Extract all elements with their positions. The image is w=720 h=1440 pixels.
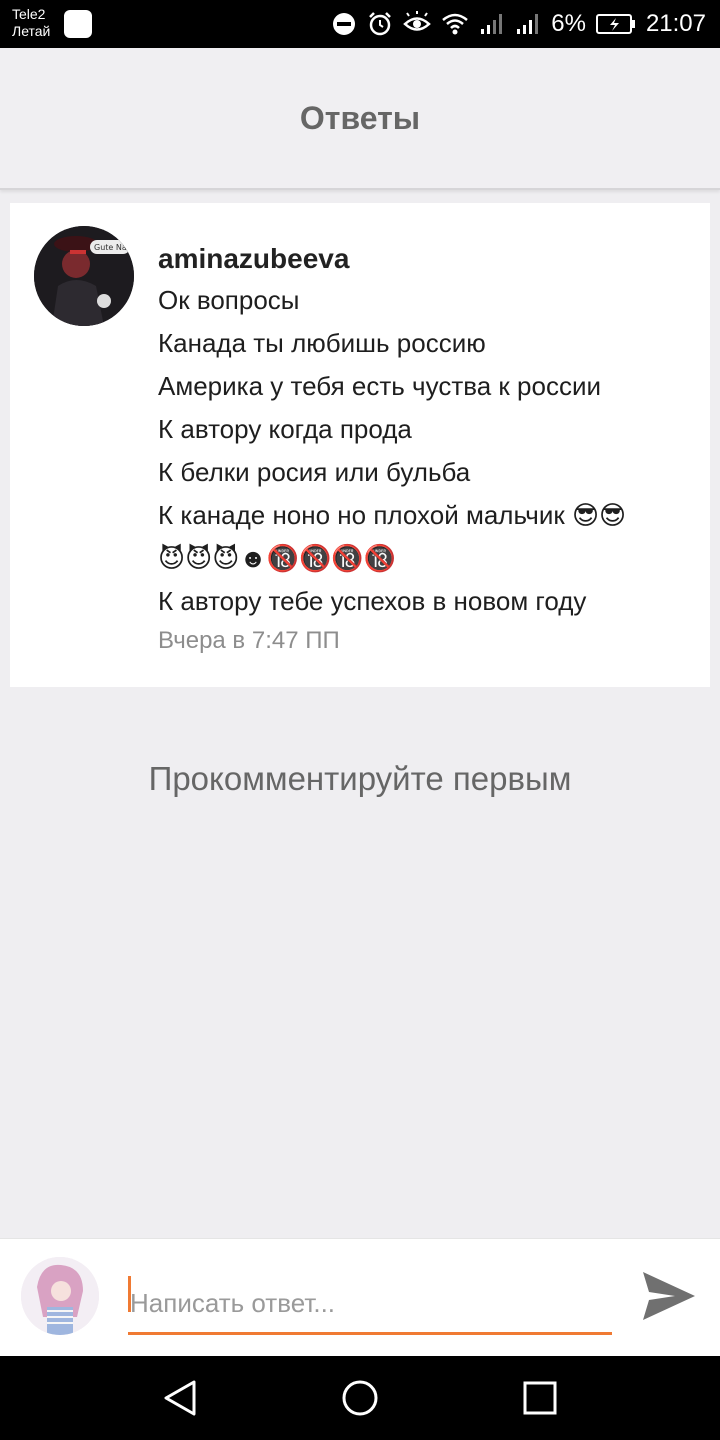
comment-line: Ок вопросы [158,285,300,315]
status-bar: Tele2 Летай 6% 21:07 [0,0,720,48]
recents-button[interactable] [516,1374,564,1422]
home-button[interactable] [336,1374,384,1422]
reply-input[interactable] [128,1275,612,1335]
comment-line: Америка у тебя есть чуства к россии [158,371,601,401]
battery-icon [595,10,636,38]
page-title: Ответы [299,99,421,136]
comment-line: К канаде ноно но плохой мальчик 😎😎 [158,500,627,530]
send-button[interactable] [640,1268,698,1324]
app-header: Ответы [0,48,720,190]
carrier-status: Летай [12,23,51,39]
signal-icon [515,10,541,38]
signal-icon [479,10,505,38]
avatar-text: Gute Na [94,243,127,252]
text-cursor [128,1276,131,1312]
carrier-name: Tele2 [12,6,46,22]
empty-state-message: Прокомментируйте первым [148,760,572,797]
user-avatar[interactable] [21,1257,99,1335]
emoji-line: 😈😈😈☻🔞🔞🔞🔞 [158,543,397,573]
eye-icon [403,10,432,38]
back-icon [164,1380,196,1416]
navigation-bar [0,1356,720,1440]
comment-card: Gute Na aminazubeeva Ок вопросы Канада т… [10,203,710,687]
username[interactable]: aminazubeeva [158,239,690,279]
comment-line: К белки росия или бульба [158,457,471,487]
carrier-info: Tele2 Летай [12,6,50,40]
wifi-icon [441,10,469,38]
comment-line: Канада ты любишь россию [158,328,486,358]
timestamp: Вчера в 7:47 ПП [158,627,340,654]
reply-bar [0,1238,720,1356]
avatar[interactable]: Gute Na [34,226,134,326]
comment-line: К автору тебе успехов в новом году [158,586,587,616]
send-icon [643,1272,695,1320]
comment-line: К автору когда прода [158,414,412,444]
battery-percent: 6% [551,10,586,37]
notification-icon [64,10,92,38]
recents-icon [523,1381,557,1415]
home-icon [342,1380,378,1416]
clock: 21:07 [645,10,706,37]
alarm-icon [367,10,393,38]
dnd-icon [331,10,357,38]
back-button[interactable] [156,1374,204,1422]
